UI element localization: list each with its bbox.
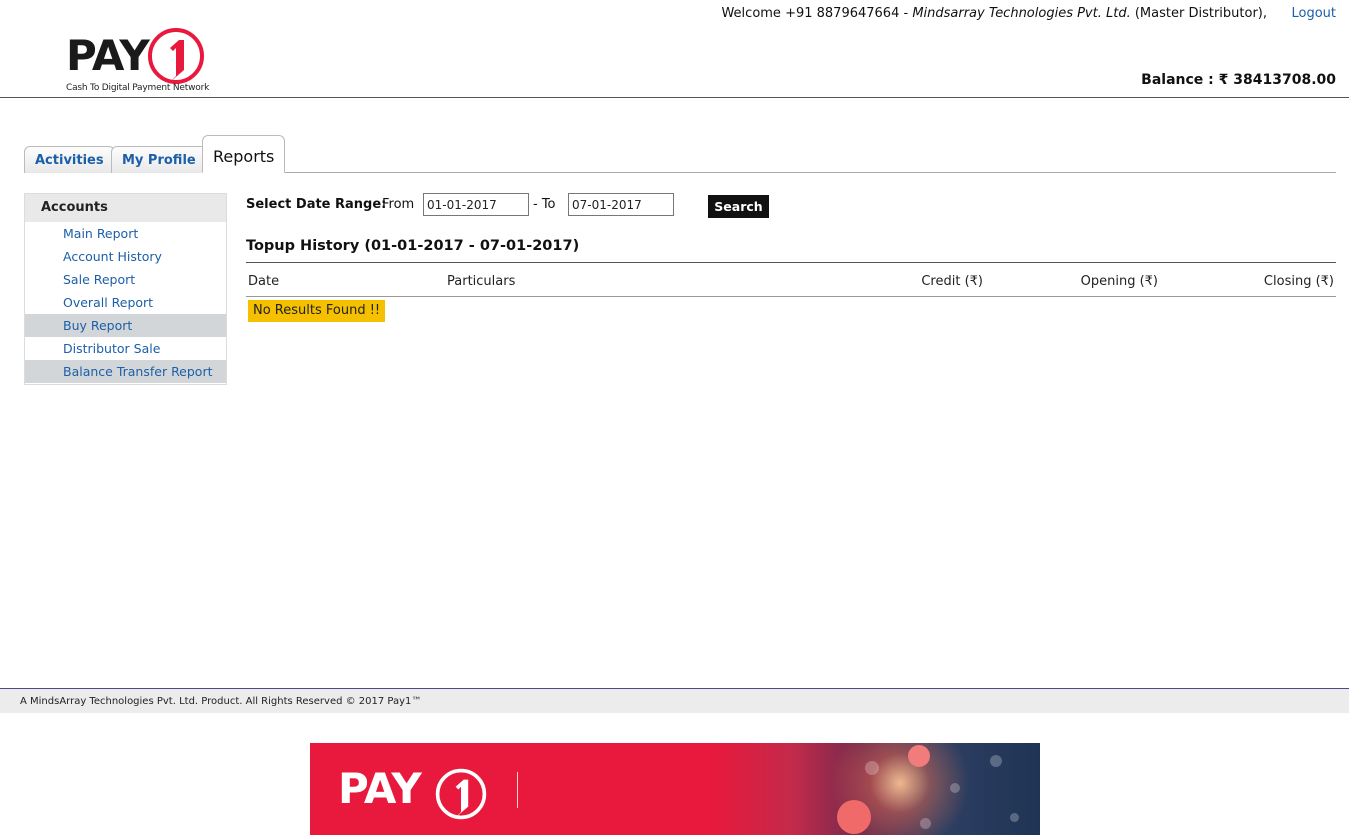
logout-link[interactable]: Logout — [1291, 6, 1336, 21]
welcome-role: (Master Distributor), — [1130, 6, 1267, 21]
pay1-banner[interactable]: PAY — [310, 743, 1040, 835]
network-node-icon — [865, 761, 879, 775]
sidebar-heading-accounts: Accounts — [25, 194, 226, 222]
topup-history-table: Date Particulars Credit (₹) Opening (₹) … — [246, 262, 1336, 322]
column-credit: Credit (₹) — [921, 274, 983, 289]
column-date: Date — [248, 274, 280, 289]
logo-tagline: Cash To Digital Payment Network — [66, 83, 210, 93]
page-footer: A MindsArray Technologies Pvt. Ltd. Prod… — [0, 688, 1349, 713]
banner-brand-text: PAY — [338, 764, 422, 813]
table-header-row: Date Particulars Credit (₹) Opening (₹) … — [246, 262, 1336, 297]
to-label: - To — [533, 197, 556, 212]
main-tabs: Activities My Profile Reports — [24, 135, 1336, 173]
network-node-icon — [920, 818, 931, 829]
pay1-logo[interactable]: PAY Cash To Digital Payment Network — [64, 24, 210, 96]
from-date-input[interactable] — [423, 193, 529, 216]
reports-sidebar: Accounts Main Report Account History Sal… — [24, 193, 227, 385]
column-particulars: Particulars — [447, 274, 516, 289]
network-node-icon — [1010, 813, 1019, 822]
no-results-message: No Results Found !! — [248, 300, 386, 322]
page-header: PAY Cash To Digital Payment Network Welc… — [0, 0, 1349, 98]
date-range-label: Select Date Range: — [246, 197, 387, 212]
date-range-row: Select Date Range: From - To Search — [246, 193, 1336, 219]
welcome-message: Welcome +91 8879647664 - Mindsarray Tech… — [721, 6, 1267, 21]
network-node-icon — [950, 783, 960, 793]
sidebar-item-sale-report[interactable]: Sale Report — [25, 268, 226, 291]
logo-one-icon — [148, 28, 204, 84]
column-opening: Opening (₹) — [1080, 274, 1158, 289]
user-avatar-icon — [908, 745, 930, 767]
search-button[interactable]: Search — [708, 195, 769, 218]
report-content: Select Date Range: From - To Search Topu… — [246, 193, 1336, 322]
welcome-prefix: Welcome +91 8879647664 - — [721, 6, 913, 21]
sidebar-item-distributor-sale[interactable]: Distributor Sale — [25, 337, 226, 360]
balance-display: Balance : ₹ 38413708.00 — [1141, 72, 1336, 88]
column-closing: Closing (₹) — [1263, 274, 1334, 289]
user-avatar-icon — [837, 800, 871, 834]
tab-reports[interactable]: Reports — [202, 135, 286, 173]
logo-brand-text: PAY — [66, 31, 150, 80]
banner-divider — [517, 772, 518, 808]
tab-my-profile[interactable]: My Profile — [111, 146, 207, 173]
tab-activities[interactable]: Activities — [24, 146, 115, 173]
topup-history-title: Topup History (01-01-2017 - 07-01-2017) — [246, 238, 580, 254]
sidebar-item-balance-transfer-report[interactable]: Balance Transfer Report — [25, 360, 226, 383]
welcome-company: Mindsarray Technologies Pvt. Ltd. — [912, 6, 1131, 21]
sidebar-item-overall-report[interactable]: Overall Report — [25, 291, 226, 314]
sidebar-item-main-report[interactable]: Main Report — [25, 222, 226, 245]
sidebar-item-buy-report[interactable]: Buy Report — [25, 314, 226, 337]
banner-one-icon — [435, 768, 487, 820]
to-date-input[interactable] — [568, 193, 674, 216]
network-node-icon — [990, 755, 1002, 767]
from-label: From — [382, 197, 415, 212]
sidebar-item-account-history[interactable]: Account History — [25, 245, 226, 268]
